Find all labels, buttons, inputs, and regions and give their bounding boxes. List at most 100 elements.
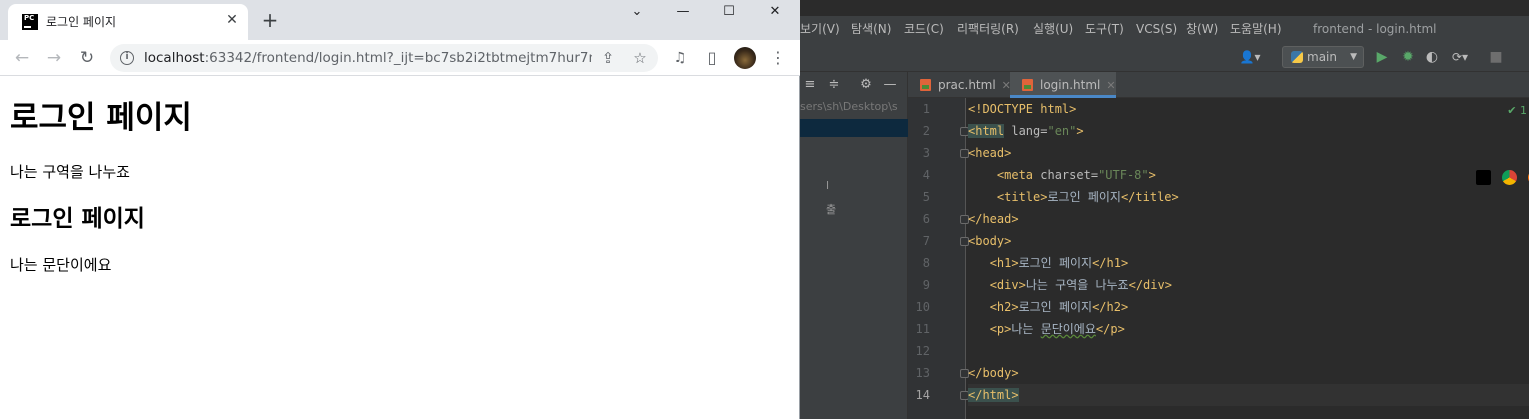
reload-button[interactable]: ↻ (75, 46, 99, 70)
code-line: <body> (968, 230, 1529, 252)
line-number: 9 (922, 278, 930, 292)
gear-icon[interactable]: ⚙ (858, 75, 874, 95)
pycharm-browser-icon[interactable] (1476, 170, 1491, 185)
menu-window[interactable]: 창(W) (1186, 16, 1218, 42)
close-window-button[interactable]: ✕ (752, 0, 798, 28)
avatar[interactable] (734, 47, 756, 69)
run-icon[interactable]: ▶ (1372, 47, 1392, 67)
close-icon[interactable]: ✕ (224, 12, 240, 28)
user-icon[interactable]: 👤▾ (1236, 47, 1264, 67)
share-icon[interactable]: ⇪ (598, 48, 618, 68)
collapse-all-icon[interactable]: ≑ (826, 75, 842, 95)
code-editor: prac.html ✕ login.html ✕ ✔ 1 1 2 3 4 5 6 7… (908, 72, 1529, 419)
tab-prac-html[interactable]: prac.html ✕ (908, 72, 1011, 98)
menu-run[interactable]: 실행(U) (1033, 16, 1073, 42)
browser-tab[interactable]: PC 로그인 페이지 ✕ (8, 4, 248, 40)
line-number: 4 (922, 168, 930, 182)
menu-vcs[interactable]: VCS(S) (1136, 16, 1177, 42)
pycharm-favicon-icon: PC (22, 14, 38, 30)
tab-login-html[interactable]: login.html ✕ (1010, 72, 1116, 98)
url-host: localhost (144, 50, 205, 66)
page-heading-h1: 로그인 페이지 (10, 100, 192, 136)
debug-icon[interactable]: ✹ (1398, 47, 1418, 67)
line-number: 6 (922, 212, 930, 226)
code-token: <!DOCTYPE html> (968, 102, 1077, 116)
address-bar[interactable]: i localhost:63342/frontend/login.html?_i… (110, 44, 658, 72)
code-token: 로그인 페이지 (1018, 300, 1093, 314)
code-line: <!DOCTYPE html> (968, 98, 1529, 120)
profile-icon[interactable]: ⟳▾ (1446, 47, 1474, 67)
project-tree-fragment: 출 (826, 203, 837, 216)
code-line: <p>나는 문단이에요</p> (968, 318, 1529, 340)
code-token: > (1148, 168, 1156, 182)
page-paragraph: 나는 문단이에요 (10, 256, 112, 274)
code-token: > (1076, 124, 1084, 138)
new-tab-button[interactable]: + (258, 8, 282, 32)
code-token: </body> (968, 366, 1019, 380)
url-path: :63342/frontend/login.html?_ijt=bc7sb2i2… (204, 50, 592, 66)
project-selected-row[interactable] (800, 119, 908, 137)
line-number: 3 (922, 146, 930, 160)
close-icon[interactable]: ✕ (1106, 79, 1115, 92)
menu-refactor[interactable]: 리팩터링(R) (957, 16, 1019, 42)
line-number: 12 (915, 344, 930, 358)
stop-icon[interactable]: ■ (1486, 47, 1506, 67)
code-token: </div> (1128, 278, 1172, 292)
menu-help[interactable]: 도움말(H) (1230, 16, 1282, 42)
tab-search-icon[interactable]: ⌄ (614, 0, 660, 28)
code-line: <meta charset="UTF-8"> (968, 164, 1529, 186)
menu-icon[interactable]: ⋮ (768, 46, 788, 70)
url-text[interactable]: localhost:63342/frontend/login.html?_ijt… (144, 50, 592, 66)
code-token: <body> (968, 234, 1012, 248)
ide-toolbar: 👤▾ main ▼ ▶ ✹ ◐ ⟳▾ ■ (800, 42, 1529, 72)
hide-panel-icon[interactable]: — (882, 75, 898, 95)
project-tree-fragment: l (826, 179, 830, 192)
code-token: 문단이에요 (1040, 322, 1096, 336)
code-token: 로그인 페이지 (1018, 256, 1093, 270)
expand-all-icon[interactable]: ≡ (802, 75, 818, 95)
menu-code[interactable]: 코드(C) (904, 16, 944, 42)
code-token: </h1> (1092, 256, 1129, 270)
branch-label: main (1307, 50, 1337, 64)
forward-button[interactable]: → (42, 46, 66, 70)
minimize-button[interactable]: — (660, 0, 706, 28)
code-area[interactable]: <!DOCTYPE html> <html lang="en"> <head> … (968, 98, 1529, 419)
line-number: 8 (922, 256, 930, 270)
page-heading-h2: 로그인 페이지 (10, 206, 145, 232)
chevron-down-icon: ▼ (1350, 52, 1357, 62)
code-line: </body> (968, 362, 1529, 384)
line-number: 13 (915, 366, 930, 380)
code-line: </head> (968, 208, 1529, 230)
line-number: 1 (922, 102, 930, 116)
menu-tools[interactable]: 도구(T) (1085, 16, 1124, 42)
reading-list-icon[interactable]: ♫ (668, 46, 692, 70)
code-token: </h2> (1092, 300, 1129, 314)
menu-navigate[interactable]: 탐색(N) (851, 16, 891, 42)
code-token: <h1> (989, 256, 1019, 270)
code-token: <h2> (989, 300, 1019, 314)
ide-menubar: 보기(V) 탐색(N) 코드(C) 리팩터링(R) 실행(U) 도구(T) VC… (800, 16, 1529, 42)
code-token: lang= (1004, 124, 1048, 138)
maximize-button[interactable]: ☐ (706, 0, 752, 28)
side-panel-icon[interactable]: ▯ (700, 46, 724, 70)
bookmark-star-icon[interactable]: ☆ (630, 48, 650, 68)
line-number: 11 (915, 322, 930, 336)
code-token: <div> (989, 278, 1026, 292)
info-icon[interactable]: i (120, 51, 134, 65)
project-panel: ≡ ≑ ⚙ — sers\sh\Desktop\s l 출 (800, 72, 908, 419)
code-line: <h1>로그인 페이지</h1> (968, 252, 1529, 274)
code-line: <h2>로그인 페이지</h2> (968, 296, 1529, 318)
chrome-browser-icon[interactable] (1502, 170, 1517, 185)
coverage-icon[interactable]: ◐ (1422, 47, 1442, 67)
code-token: <head> (968, 146, 1012, 160)
menu-view[interactable]: 보기(V) (800, 16, 840, 42)
branch-selector[interactable]: main ▼ (1282, 46, 1364, 68)
line-gutter: 1 2 3 4 5 6 7 8 9 10 11 12 13 14 (908, 98, 969, 419)
back-button[interactable]: ← (10, 46, 34, 70)
tab-strip: PC 로그인 페이지 ✕ + ⌄ — ☐ ✕ (0, 0, 800, 40)
code-token: </p> (1095, 322, 1125, 336)
code-token: <html (968, 124, 1005, 138)
code-token: <p> (989, 322, 1012, 336)
line-number: 5 (922, 190, 930, 204)
